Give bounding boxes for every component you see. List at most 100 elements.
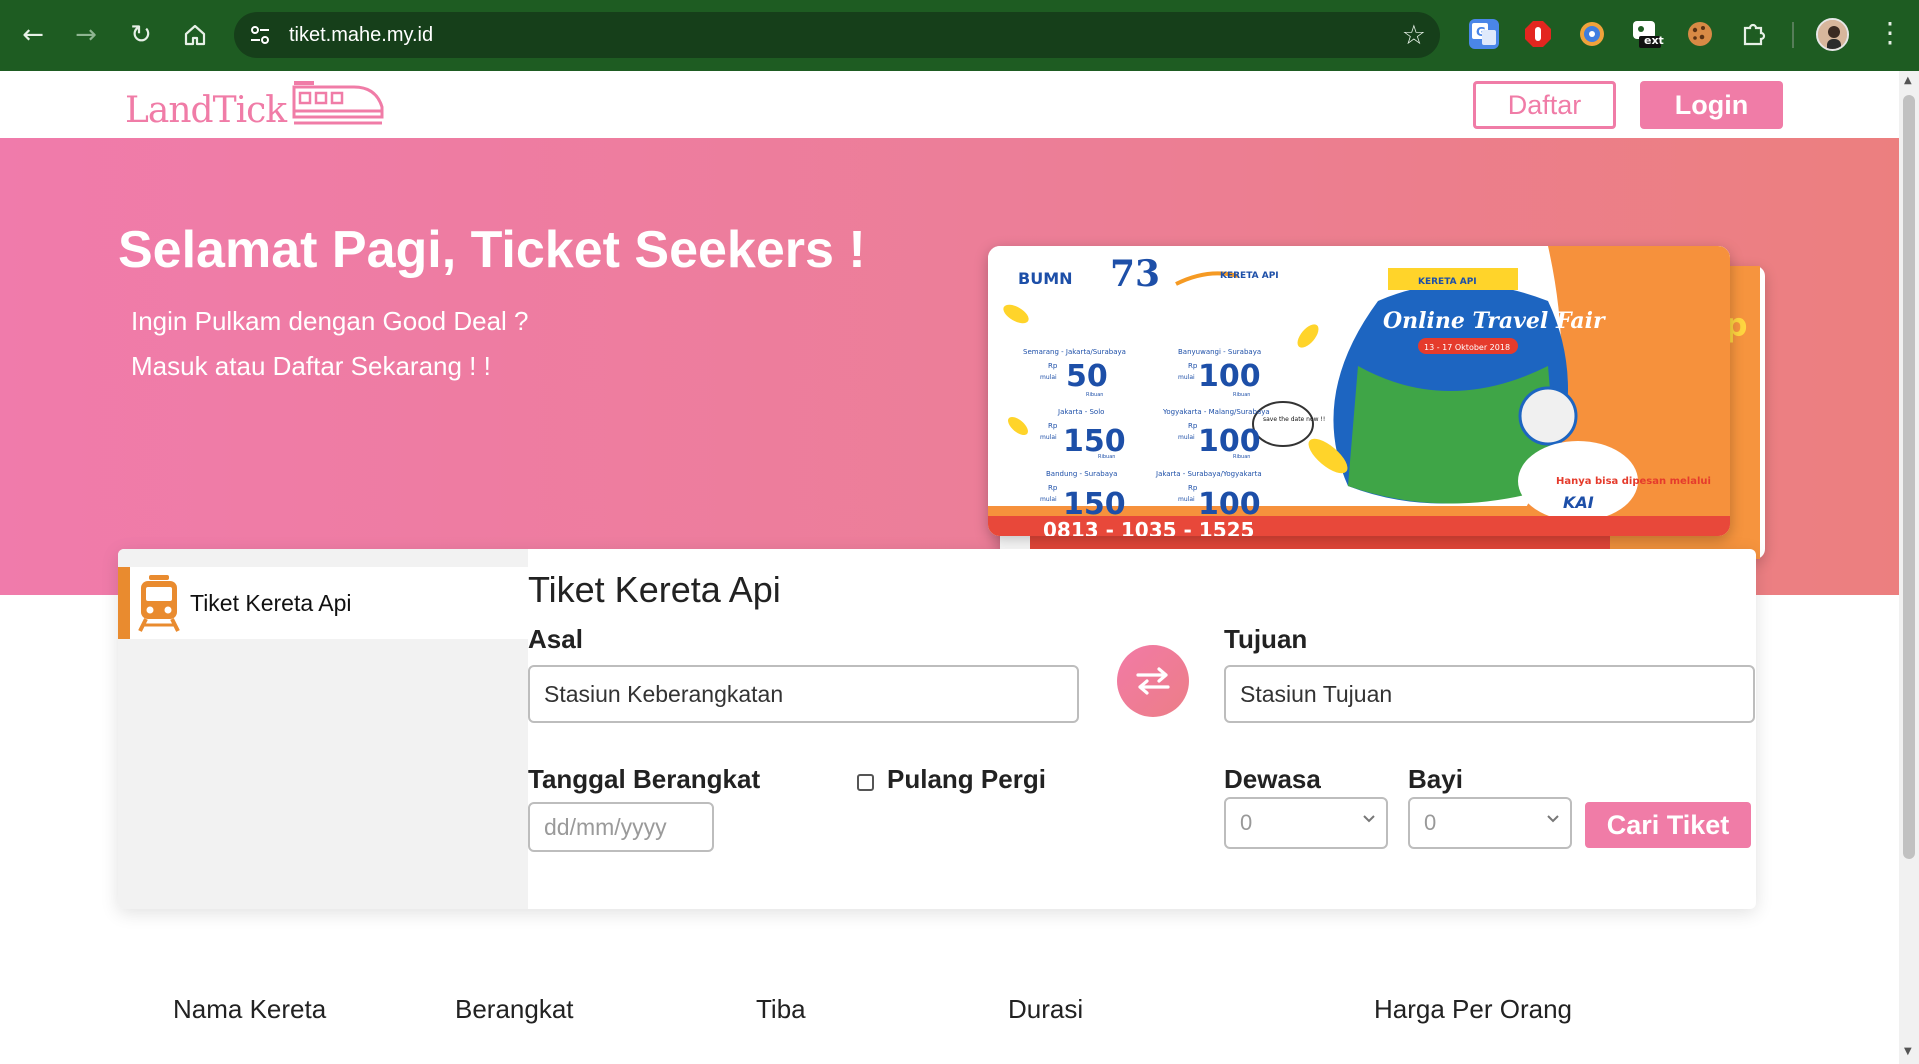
forward-arrow-icon[interactable]: →: [69, 18, 103, 52]
svg-text:Hanya bisa dipesan melalui: Hanya bisa dipesan melalui: [1556, 476, 1711, 487]
svg-text:mulai: mulai: [1040, 434, 1057, 441]
asal-input[interactable]: Stasiun Keberangkatan: [528, 665, 1079, 723]
tanggal-berangkat-input[interactable]: dd/mm/yyyy: [528, 802, 714, 852]
col-header-berangkat: Berangkat: [455, 994, 574, 1024]
cookie-extension-icon[interactable]: [1685, 19, 1715, 49]
login-button[interactable]: Login: [1640, 81, 1783, 129]
svg-text:Ribuan: Ribuan: [1233, 392, 1250, 398]
svg-text:13 - 17 Oktober 2018: 13 - 17 Oktober 2018: [1424, 343, 1510, 352]
svg-text:Jakarta - Solo: Jakarta - Solo: [1057, 408, 1104, 416]
svg-text:Ribuan: Ribuan: [1086, 392, 1103, 398]
back-arrow-icon[interactable]: ←: [16, 18, 50, 52]
col-header-durasi: Durasi: [1008, 994, 1084, 1024]
svg-text:BUMN: BUMN: [1018, 269, 1073, 288]
search-card: Tiket Kereta Api Tiket Kereta Api Asal S…: [118, 549, 1756, 909]
svg-text:73: 73: [1110, 253, 1160, 295]
form-title: Tiket Kereta Api: [528, 569, 781, 610]
dewasa-value: 0: [1240, 810, 1253, 835]
profile-avatar[interactable]: [1816, 18, 1849, 51]
svg-text:Rp: Rp: [1188, 362, 1198, 370]
asal-label: Asal: [528, 624, 583, 654]
svg-text:mulai: mulai: [1178, 434, 1195, 441]
home-icon[interactable]: [178, 18, 212, 52]
dewasa-label: Dewasa: [1224, 764, 1321, 794]
hero-title: Selamat Pagi, Ticket Seekers !: [118, 221, 866, 279]
svg-text:mulai: mulai: [1178, 496, 1195, 503]
daftar-button[interactable]: Daftar: [1473, 81, 1616, 129]
svg-text:0813 - 1035 - 1525: 0813 - 1035 - 1525: [1043, 518, 1254, 536]
svg-text:Jakarta - Surabaya/Yogyakarta: Jakarta - Surabaya/Yogyakarta: [1155, 470, 1262, 478]
svg-text:mulai: mulai: [1178, 374, 1195, 381]
svg-text:save the date now !!: save the date now !!: [1263, 416, 1325, 423]
tab-tiket-kereta-api[interactable]: Tiket Kereta Api: [118, 567, 528, 639]
svg-text:50: 50: [1066, 359, 1108, 394]
svg-text:100: 100: [1198, 424, 1261, 459]
svg-text:Rp: Rp: [1188, 422, 1198, 430]
hero-section: Selamat Pagi, Ticket Seekers ! Ingin Pul…: [0, 138, 1899, 595]
cari-tiket-button[interactable]: Cari Tiket: [1585, 802, 1751, 848]
site-header: LandTick Daftar Login: [0, 71, 1899, 138]
hero-subtitle-1: Ingin Pulkam dengan Good Deal ?: [131, 306, 529, 336]
address-bar[interactable]: tiket.mahe.my.id ☆: [234, 12, 1440, 58]
logo-train-icon: [292, 81, 384, 125]
reload-icon[interactable]: ↻: [124, 18, 158, 52]
adblock-extension-icon[interactable]: [1523, 19, 1553, 49]
tab-active-indicator: [118, 567, 130, 639]
col-header-nama-kereta: Nama Kereta: [173, 994, 327, 1024]
chevron-down-icon: [1547, 815, 1559, 823]
svg-text:Ribuan: Ribuan: [1233, 454, 1250, 460]
page-viewport: LandTick Daftar Login Selamat Pagi, Tick…: [0, 71, 1899, 1064]
tujuan-label: Tujuan: [1224, 624, 1308, 654]
svg-text:Rp: Rp: [1048, 484, 1058, 492]
bayi-select[interactable]: 0: [1408, 797, 1572, 849]
chevron-down-icon: [1363, 815, 1375, 823]
swap-stations-button[interactable]: [1117, 645, 1189, 717]
scrollbar-thumb[interactable]: [1903, 95, 1915, 859]
svg-text:KERETA API: KERETA API: [1220, 271, 1279, 281]
ext-extension-icon[interactable]: ext: [1631, 19, 1664, 49]
shield-extension-icon[interactable]: [1577, 19, 1607, 49]
col-header-harga-per-orang: Harga Per Orang: [1374, 994, 1572, 1024]
bookmark-star-icon[interactable]: ☆: [1402, 20, 1426, 51]
translate-extension-icon[interactable]: G: [1469, 19, 1499, 49]
puzzle-extensions-icon[interactable]: [1739, 19, 1769, 49]
svg-text:Yogyakarta - Malang/Surabaya: Yogyakarta - Malang/Surabaya: [1162, 408, 1270, 416]
svg-text:Rp: Rp: [1048, 422, 1058, 430]
svg-text:mulai: mulai: [1040, 496, 1057, 503]
logo-text: LandTick: [125, 90, 287, 131]
card-sidebar: Tiket Kereta Api: [118, 549, 528, 909]
page-scrollbar[interactable]: ▲ ▼: [1899, 71, 1919, 1064]
col-header-tiba: Tiba: [756, 994, 806, 1024]
svg-text:150: 150: [1063, 424, 1126, 459]
svg-text:Bandung - Surabaya: Bandung - Surabaya: [1046, 470, 1117, 478]
browser-toolbar: ← → ↻ tiket.mahe.my.id ☆ G ext ⋮: [0, 0, 1919, 71]
svg-text:Online Travel Fair: Online Travel Fair: [1383, 308, 1606, 334]
bayi-value: 0: [1424, 810, 1437, 835]
svg-text:Semarang - Jakarta/Surabaya: Semarang - Jakarta/Surabaya: [1023, 348, 1126, 356]
swap-arrows-icon: [1136, 667, 1170, 695]
svg-text:100: 100: [1198, 359, 1261, 394]
svg-text:Ribuan: Ribuan: [1098, 454, 1115, 460]
pulang-pergi-checkbox[interactable]: [857, 774, 874, 791]
hero-subtitle-2: Masuk atau Daftar Sekarang ! !: [131, 351, 491, 381]
promo-banner[interactable]: BUMN 73 KERETA API KERETA API Online Tra…: [988, 246, 1730, 536]
site-settings-icon[interactable]: [248, 23, 272, 47]
pulang-pergi-label: Pulang Pergi: [887, 764, 1046, 794]
svg-text:KAI: KAI: [1563, 493, 1594, 512]
scroll-down-icon[interactable]: ▼: [1904, 1046, 1912, 1057]
url-text[interactable]: tiket.mahe.my.id: [289, 24, 433, 47]
tujuan-input[interactable]: Stasiun Tujuan: [1224, 665, 1755, 723]
browser-menu-icon[interactable]: ⋮: [1876, 16, 1904, 49]
train-icon: [138, 575, 180, 632]
svg-text:mulai: mulai: [1040, 374, 1057, 381]
tab-label: Tiket Kereta Api: [190, 590, 352, 616]
svg-text:Banyuwangi - Surabaya: Banyuwangi - Surabaya: [1178, 348, 1261, 356]
bayi-label: Bayi: [1408, 764, 1463, 794]
ext-badge-text: ext: [1644, 34, 1664, 47]
landtick-logo[interactable]: LandTick: [125, 79, 384, 133]
dewasa-select[interactable]: 0: [1224, 797, 1388, 849]
svg-text:KERETA API: KERETA API: [1418, 277, 1477, 287]
tanggal-berangkat-label: Tanggal Berangkat: [528, 764, 761, 794]
svg-text:Rp: Rp: [1048, 362, 1058, 370]
scroll-up-icon[interactable]: ▲: [1904, 75, 1912, 86]
